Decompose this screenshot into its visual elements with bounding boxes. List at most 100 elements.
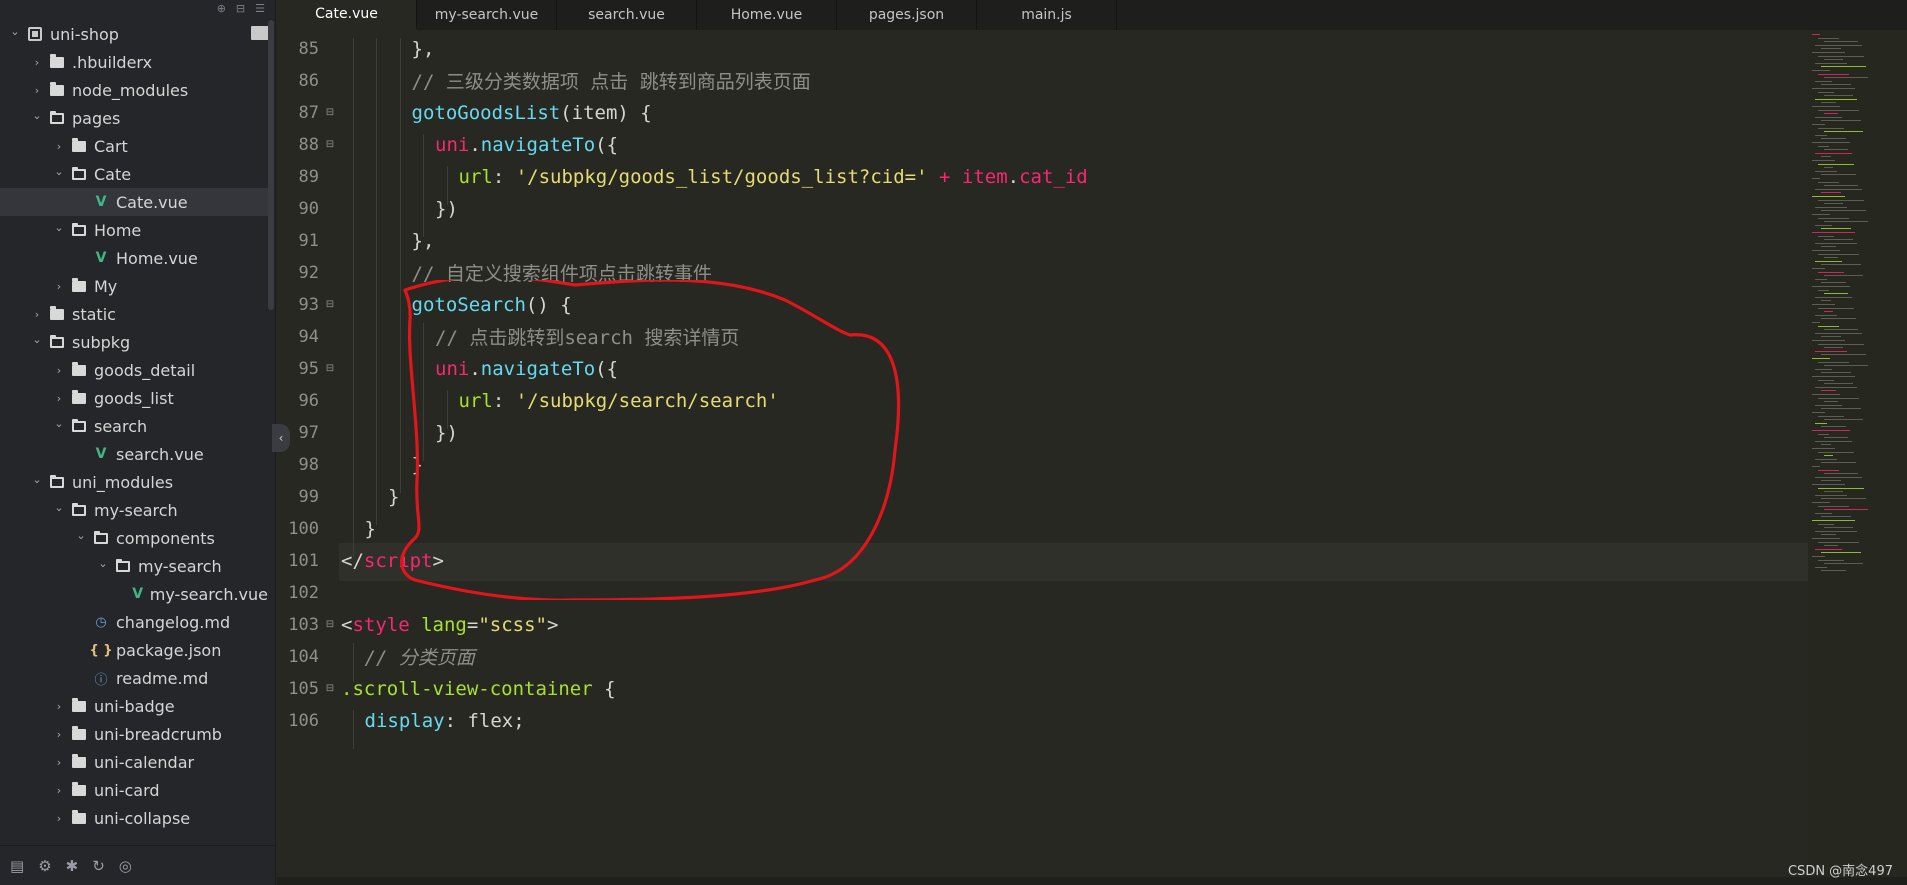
chevron-down-icon[interactable]: ⌄ [52, 417, 66, 430]
folder-icon [48, 305, 66, 320]
editor-tab[interactable]: pages.json [837, 0, 977, 30]
fold-toggle-icon[interactable]: ⊟ [319, 107, 341, 118]
tree-item[interactable]: › .hbuilderx [0, 48, 268, 76]
chevron-down-icon[interactable]: ⌄ [74, 529, 88, 542]
tree-item[interactable]: › uni-badge [0, 692, 268, 720]
tree-item-label: my-search [94, 500, 178, 520]
chevron-right-icon[interactable]: › [52, 364, 66, 377]
code-token: } [388, 485, 400, 508]
fold-toggle-icon[interactable]: ⊟ [319, 619, 341, 630]
editor-tab[interactable]: Cate.vue [277, 0, 417, 30]
menu-icon[interactable]: ☰ [255, 2, 265, 15]
minimap-line [1815, 44, 1862, 46]
chevron-right-icon[interactable]: › [30, 56, 44, 69]
chevron-down-icon[interactable]: ⌄ [30, 109, 44, 122]
tree-item[interactable]: Vsearch.vue [0, 440, 268, 468]
chevron-down-icon[interactable]: ⌄ [52, 221, 66, 234]
tree-item[interactable]: › uni-breadcrumb [0, 720, 268, 748]
code-token: gotoSearch [411, 293, 526, 316]
chevron-right-icon[interactable]: › [52, 728, 66, 741]
code-text: // 点击跳转到search 搜索详情页 [341, 323, 739, 362]
refresh-icon[interactable]: ↻ [92, 857, 105, 875]
chevron-right-icon[interactable]: › [52, 812, 66, 825]
code-text: }, [341, 229, 434, 269]
tree-item[interactable]: › node_modules [0, 76, 268, 104]
tree-item[interactable]: ⌄ subpkg [0, 328, 268, 356]
code-token: < [341, 613, 353, 636]
minimap-line [1821, 390, 1836, 392]
tree-item[interactable]: ⌄ Home [0, 216, 268, 244]
fold-toggle-icon[interactable]: ⊟ [319, 363, 341, 374]
tree-item-label: .hbuilderx [72, 52, 153, 72]
chevron-down-icon[interactable]: ⌄ [96, 557, 110, 570]
chevron-right-icon[interactable]: › [52, 700, 66, 713]
tree-item[interactable]: ⓘ readme.md [0, 664, 268, 692]
tree-item[interactable]: › goods_list [0, 384, 268, 412]
tree-item[interactable]: ⌄ pages [0, 104, 268, 132]
code-editor[interactable]: 85}, 86// 三级分类数据项 点击 跳转到商品列表页面 87 ⊟ gotoGood… [277, 30, 1907, 885]
explorer-scrollbar[interactable] [268, 20, 274, 310]
code-text: } [341, 485, 400, 525]
tree-item[interactable]: ⌄ uni-shop [0, 20, 268, 48]
editor-tab[interactable]: main.js [977, 0, 1117, 30]
chevron-down-icon[interactable]: ⌄ [8, 25, 22, 38]
minimap-line [1815, 332, 1862, 334]
chevron-right-icon[interactable]: › [52, 756, 66, 769]
fold-toggle-icon[interactable]: ⊟ [319, 299, 341, 310]
tree-item[interactable]: ⌄ my-search [0, 552, 268, 580]
tree-item[interactable]: › uni-calendar [0, 748, 268, 776]
editor-tab[interactable]: Home.vue [697, 0, 837, 30]
tree-item[interactable]: › My [0, 272, 268, 300]
collapse-all-icon[interactable]: ⊟ [236, 2, 245, 15]
tree-item[interactable]: ⌄ components [0, 524, 268, 552]
tree-item[interactable]: Vmy-search.vue [0, 580, 268, 608]
tree-item[interactable]: › goods_detail [0, 356, 268, 384]
tree-item[interactable]: { } package.json [0, 636, 268, 664]
tree-item[interactable]: ⌄ uni_modules [0, 468, 268, 496]
tree-item[interactable]: › uni-card [0, 776, 268, 804]
tree-item[interactable]: ◷ changelog.md [0, 608, 268, 636]
editor-tab[interactable]: search.vue [557, 0, 697, 30]
tree-item[interactable]: › Cart [0, 132, 268, 160]
chevron-right-icon[interactable]: › [52, 392, 66, 405]
chevron-right-icon[interactable]: › [30, 308, 44, 321]
tree-item[interactable]: › uni-collapse [0, 804, 268, 832]
tree-item-label: package.json [116, 640, 222, 660]
minimap-line [1818, 73, 1849, 75]
minimap-line [1812, 250, 1840, 251]
code-token: ({ [595, 357, 619, 380]
chevron-down-icon[interactable]: ⌄ [52, 165, 66, 178]
code-token: (item) { [560, 101, 652, 124]
preview-icon[interactable]: ◎ [119, 857, 132, 875]
chevron-right-icon[interactable]: › [30, 84, 44, 97]
tree-item[interactable]: V Home.vue [0, 244, 268, 272]
chevron-right-icon[interactable]: › [52, 280, 66, 293]
debug-icon[interactable]: ✱ [66, 857, 79, 875]
editor-tab[interactable]: my-search.vue [417, 0, 557, 30]
fold-toggle-icon[interactable]: ⊟ [319, 683, 341, 694]
minimap-line [1815, 566, 1827, 568]
chevron-down-icon[interactable]: ⌄ [30, 473, 44, 486]
tree-item[interactable]: ⌄ search [0, 412, 268, 440]
code-text: uni.navigateTo({ [341, 357, 619, 397]
tree-item[interactable]: ⌄ Cate [0, 160, 268, 188]
open-folder-icon[interactable] [251, 26, 269, 40]
line-number: 96 [298, 390, 319, 411]
chevron-down-icon[interactable]: ⌄ [30, 333, 44, 346]
tree-item-label: Home [94, 220, 142, 240]
chevron-right-icon[interactable]: › [52, 140, 66, 153]
minimap-line [1821, 300, 1831, 302]
fold-toggle-icon[interactable]: ⊟ [319, 139, 341, 150]
chevron-down-icon[interactable]: ⌄ [52, 501, 66, 514]
minimap-line [1818, 325, 1839, 327]
code-text: url: '/subpkg/search/search' [341, 389, 779, 429]
chevron-right-icon[interactable]: › [52, 784, 66, 797]
tree-item[interactable]: V Cate.vue [0, 188, 268, 216]
tree-item[interactable]: › static [0, 300, 268, 328]
minimap[interactable] [1808, 30, 1907, 885]
minimap-line [1824, 545, 1838, 547]
locate-icon[interactable]: ⊕ [217, 2, 226, 15]
tree-item[interactable]: ⌄ my-search [0, 496, 268, 524]
plugin-icon[interactable]: ⚙ [38, 857, 51, 875]
file-manager-icon[interactable]: ▤ [10, 857, 24, 875]
